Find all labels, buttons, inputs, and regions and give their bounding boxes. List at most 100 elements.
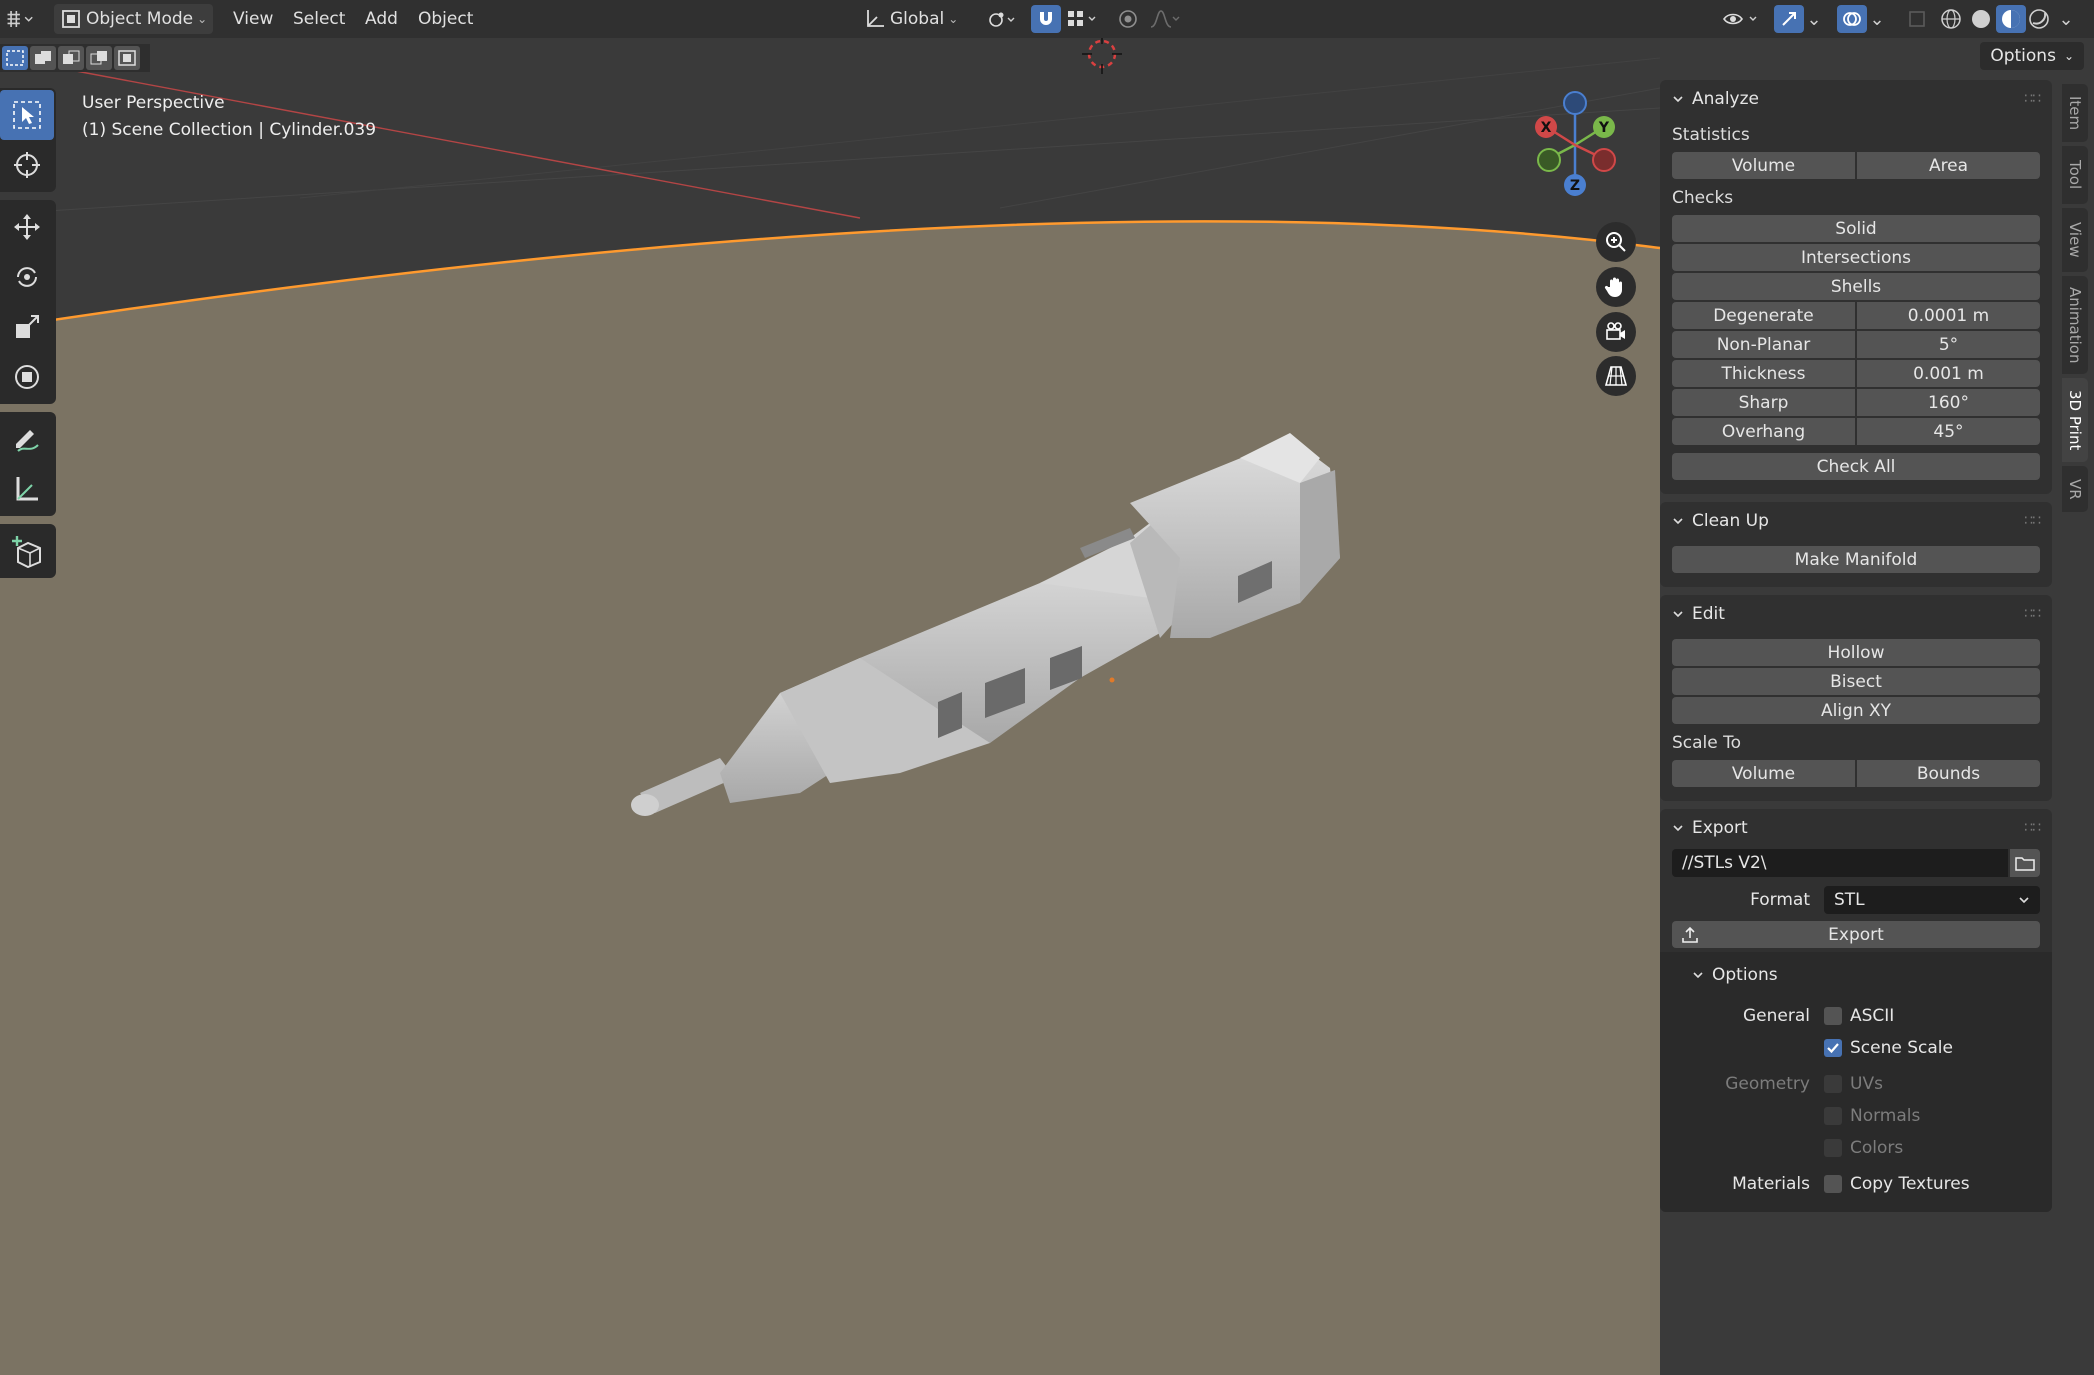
non-planar-check-button[interactable]: Non-Planar	[1672, 331, 1855, 358]
move-tool[interactable]	[0, 202, 54, 252]
select-invert-button[interactable]	[86, 46, 112, 70]
drag-grip-icon[interactable]: ∷∷	[2024, 513, 2041, 529]
tab-animation[interactable]: Animation	[2062, 276, 2088, 374]
mode-dropdown[interactable]: Object Mode ⌄	[54, 4, 214, 34]
select-box-tool[interactable]	[0, 90, 54, 140]
tab-3d-print[interactable]: 3D Print	[2062, 378, 2088, 462]
tab-vr[interactable]: VR	[2062, 466, 2088, 512]
rendered-shading-button[interactable]	[2024, 5, 2054, 33]
align-xy-button[interactable]: Align XY	[1672, 697, 2040, 724]
scale-tool[interactable]	[0, 302, 54, 352]
snap-toggle[interactable]	[1031, 5, 1061, 33]
drag-grip-icon[interactable]: ∷∷	[2024, 820, 2041, 836]
thickness-value-field[interactable]: 0.001 m	[1857, 360, 2040, 387]
copy-textures-checkbox[interactable]	[1824, 1175, 1842, 1193]
scale-to-bounds-button[interactable]: Bounds	[1857, 760, 2040, 787]
menu-view[interactable]: View	[233, 4, 273, 34]
pan-button[interactable]	[1596, 267, 1636, 307]
material-preview-button[interactable]	[1996, 5, 2026, 33]
shells-check-button[interactable]: Shells	[1672, 273, 2040, 300]
tool-group-select	[0, 88, 56, 192]
normals-checkbox[interactable]	[1824, 1107, 1842, 1125]
scale-to-volume-button[interactable]: Volume	[1672, 760, 1855, 787]
export-header[interactable]: Export ∷∷	[1672, 809, 2041, 847]
add-cube-tool[interactable]	[0, 526, 54, 576]
ascii-checkbox[interactable]	[1824, 1007, 1842, 1025]
export-button[interactable]: Export	[1672, 921, 2040, 948]
tab-item[interactable]: Item	[2062, 84, 2088, 142]
editor-type-button[interactable]	[4, 5, 34, 33]
tab-tool[interactable]: Tool	[2062, 146, 2088, 204]
proportional-editing-toggle[interactable]	[1113, 5, 1143, 33]
analyze-header[interactable]: Analyze ∷∷	[1672, 80, 2041, 118]
transform-tool[interactable]	[0, 352, 54, 402]
degenerate-check-button[interactable]: Degenerate	[1672, 302, 1855, 329]
menu-select[interactable]: Select	[293, 4, 345, 34]
uvs-checkbox[interactable]	[1824, 1075, 1842, 1093]
hollow-button[interactable]: Hollow	[1672, 639, 2040, 666]
sharp-value-field[interactable]: 160°	[1857, 389, 2040, 416]
menu-object[interactable]: Object	[418, 4, 473, 34]
scene-scale-checkbox[interactable]	[1824, 1039, 1842, 1057]
gizmo-toggle[interactable]	[1774, 5, 1804, 33]
thickness-check-button[interactable]: Thickness	[1672, 360, 1855, 387]
overlays-dropdown[interactable]: ⌄	[1867, 5, 1887, 33]
collection-label: (1) Scene Collection | Cylinder.039	[82, 120, 377, 140]
annotate-tool[interactable]	[0, 414, 54, 464]
overhang-check-button[interactable]: Overhang	[1672, 418, 1855, 445]
3d-viewport[interactable]: Options ⌄ User Perspective (1) Scene Col…	[0, 38, 2094, 1375]
check-all-button[interactable]: Check All	[1672, 453, 2040, 480]
menu-select-label: Select	[293, 9, 346, 29]
intersections-check-button[interactable]: Intersections	[1672, 244, 2040, 271]
statistics-label: Statistics	[1672, 125, 1750, 145]
export-options-header[interactable]: Options	[1672, 958, 2040, 992]
solid-check-button[interactable]: Solid	[1672, 215, 2040, 242]
snap-target-dropdown[interactable]	[1062, 5, 1104, 33]
export-path-input[interactable]: //STLs V2\	[1672, 849, 2008, 877]
bisect-button[interactable]: Bisect	[1672, 668, 2040, 695]
falloff-dropdown[interactable]	[1146, 5, 1186, 33]
navigation-gizmo[interactable]: X Y Z	[1520, 90, 1630, 200]
gizmo-neg-x[interactable]	[1592, 148, 1616, 172]
tab-view[interactable]: View	[2062, 208, 2088, 272]
transform-orientation-dropdown[interactable]: Global ⌄	[864, 4, 958, 34]
camera-view-button[interactable]	[1596, 312, 1636, 352]
cursor-tool[interactable]	[0, 140, 54, 190]
solid-shading-button[interactable]	[1966, 5, 1996, 33]
edit-title: Edit	[1692, 604, 1725, 624]
rotate-tool[interactable]	[0, 252, 54, 302]
gizmo-neg-y[interactable]	[1537, 148, 1561, 172]
camera-icon	[1606, 322, 1625, 340]
degenerate-value-field[interactable]: 0.0001 m	[1857, 302, 2040, 329]
select-new-button[interactable]	[2, 46, 28, 70]
volume-stat-button[interactable]: Volume	[1672, 152, 1855, 179]
menu-add[interactable]: Add	[365, 4, 398, 34]
measure-tool[interactable]	[0, 464, 54, 514]
select-subtract-button[interactable]	[58, 46, 84, 70]
make-manifold-button[interactable]: Make Manifold	[1672, 546, 2040, 573]
gizmo-dropdown[interactable]: ⌄	[1804, 5, 1824, 33]
edit-header[interactable]: Edit ∷∷	[1672, 595, 2041, 633]
non-planar-value-field[interactable]: 5°	[1857, 331, 2040, 358]
zoom-button[interactable]	[1596, 222, 1636, 262]
projection-toggle-button[interactable]	[1596, 356, 1636, 396]
overlays-toggle[interactable]	[1837, 5, 1867, 33]
browse-folder-button[interactable]	[2010, 849, 2040, 877]
drag-grip-icon[interactable]: ∷∷	[2024, 91, 2041, 107]
viewport-options-dropdown[interactable]: Options ⌄	[1980, 42, 2084, 70]
pivot-point-button[interactable]	[982, 5, 1022, 33]
cleanup-header[interactable]: Clean Up ∷∷	[1672, 502, 2041, 540]
area-stat-button[interactable]: Area	[1857, 152, 2040, 179]
xray-toggle[interactable]	[1902, 5, 1932, 33]
select-intersect-button[interactable]	[114, 46, 140, 70]
colors-checkbox[interactable]	[1824, 1139, 1842, 1157]
format-dropdown[interactable]: STL	[1824, 886, 2040, 914]
drag-grip-icon[interactable]: ∷∷	[2024, 606, 2041, 622]
visibility-dropdown[interactable]	[1720, 5, 1764, 33]
overhang-value-field[interactable]: 45°	[1857, 418, 2040, 445]
wireframe-shading-button[interactable]	[1936, 5, 1966, 33]
gizmo-neg-z[interactable]	[1563, 91, 1587, 115]
sharp-check-button[interactable]: Sharp	[1672, 389, 1855, 416]
shading-dropdown[interactable]: ⌄	[2054, 5, 2078, 33]
select-extend-button[interactable]	[30, 46, 56, 70]
